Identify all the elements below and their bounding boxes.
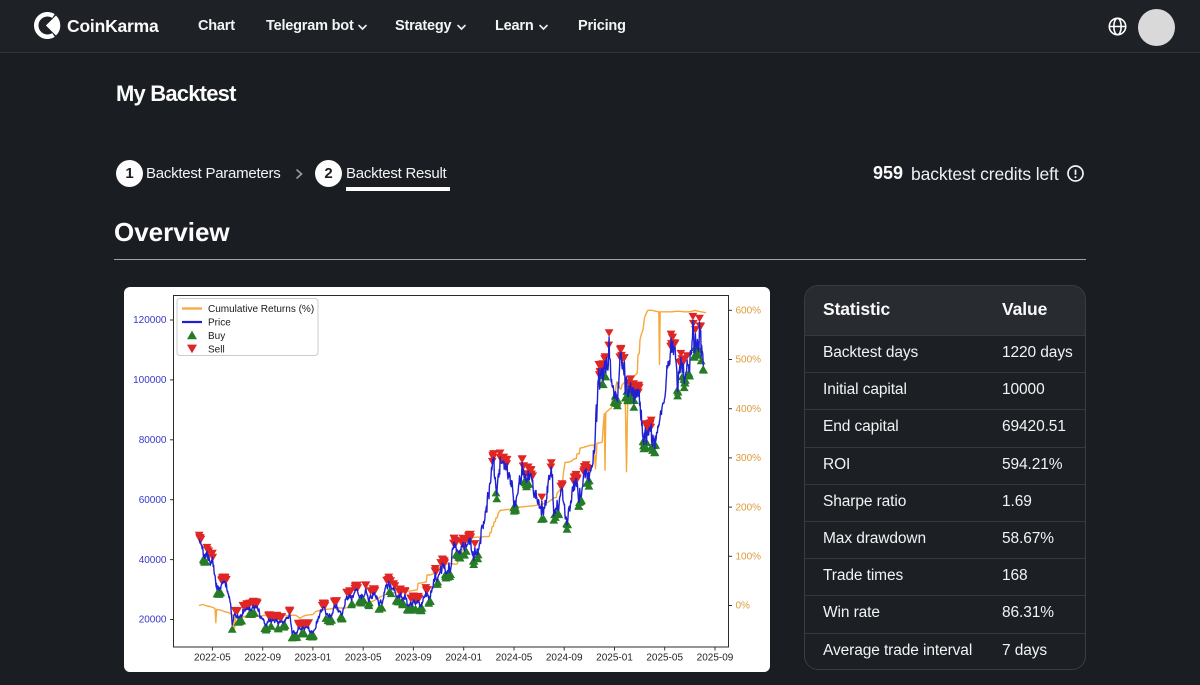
svg-text:2025-05: 2025-05 bbox=[646, 653, 683, 664]
svg-text:20000: 20000 bbox=[139, 615, 167, 626]
svg-text:400%: 400% bbox=[736, 404, 762, 415]
svg-text:2023-05: 2023-05 bbox=[345, 653, 382, 664]
svg-text:120000: 120000 bbox=[133, 315, 167, 326]
svg-text:2022-05: 2022-05 bbox=[194, 653, 231, 664]
svg-text:2025-09: 2025-09 bbox=[697, 653, 734, 664]
svg-text:40000: 40000 bbox=[139, 555, 167, 566]
svg-text:2022-09: 2022-09 bbox=[244, 653, 281, 664]
svg-text:Buy: Buy bbox=[208, 331, 225, 342]
svg-text:100%: 100% bbox=[736, 552, 762, 563]
svg-text:Sell: Sell bbox=[208, 345, 225, 356]
svg-text:100000: 100000 bbox=[133, 375, 167, 386]
svg-text:2023-09: 2023-09 bbox=[395, 653, 432, 664]
svg-text:200%: 200% bbox=[736, 502, 762, 513]
svg-text:2024-01: 2024-01 bbox=[445, 653, 482, 664]
svg-text:2024-09: 2024-09 bbox=[546, 653, 583, 664]
svg-text:Cumulative Returns (%): Cumulative Returns (%) bbox=[208, 304, 314, 315]
svg-text:600%: 600% bbox=[736, 306, 762, 317]
svg-text:0%: 0% bbox=[736, 601, 751, 612]
svg-text:2025-01: 2025-01 bbox=[596, 653, 633, 664]
svg-text:500%: 500% bbox=[736, 355, 762, 366]
svg-text:2024-05: 2024-05 bbox=[496, 653, 533, 664]
svg-text:80000: 80000 bbox=[139, 435, 167, 446]
svg-text:60000: 60000 bbox=[139, 495, 167, 506]
svg-text:300%: 300% bbox=[736, 453, 762, 464]
svg-text:Price: Price bbox=[208, 318, 231, 329]
svg-text:2023-01: 2023-01 bbox=[295, 653, 332, 664]
